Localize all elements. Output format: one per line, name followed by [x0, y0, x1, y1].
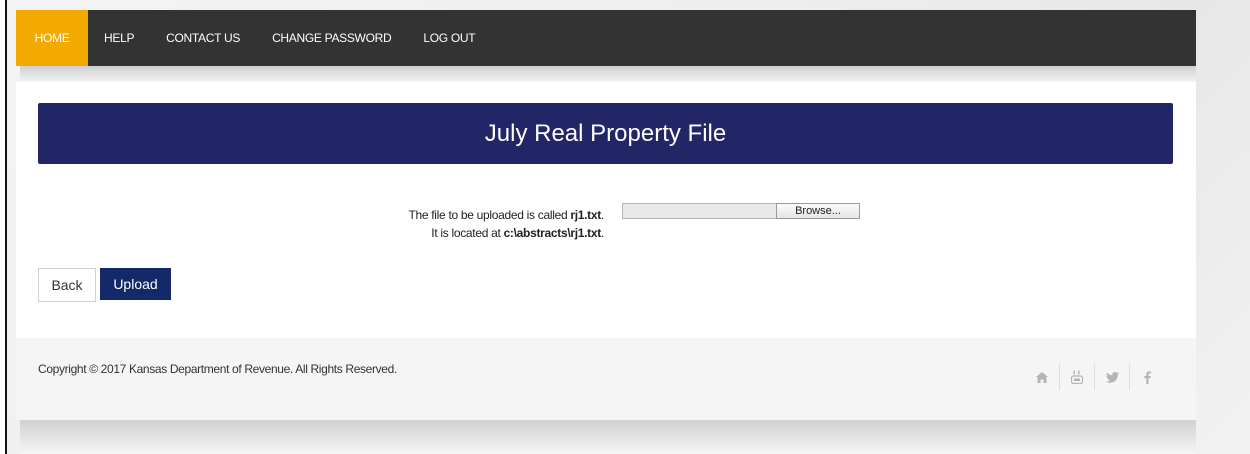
- file-name-prefix: The file to be uploaded is called: [408, 208, 571, 222]
- page-title: July Real Property File: [38, 103, 1173, 164]
- file-name-suffix: .: [600, 208, 604, 222]
- main-content: July Real Property File The file to be u…: [16, 82, 1196, 338]
- window-edge: [5, 0, 7, 454]
- youtube-icon[interactable]: [1060, 365, 1094, 389]
- file-picker: Browse...: [622, 203, 860, 219]
- facebook-icon[interactable]: [1130, 365, 1164, 389]
- nav-help[interactable]: HELP: [88, 10, 150, 66]
- file-location: c:\abstracts\rj1.txt: [503, 226, 602, 240]
- file-name: rj1.txt: [570, 208, 601, 222]
- social-links: [1025, 364, 1164, 390]
- file-location-line: It is located at c:\abstracts\rj1.txt.: [408, 224, 604, 242]
- upload-instructions: The file to be uploaded is called rj1.tx…: [408, 206, 604, 242]
- nav-log-out[interactable]: LOG OUT: [407, 10, 491, 66]
- file-location-suffix: .: [600, 226, 604, 240]
- footer-shadow: [20, 420, 1196, 454]
- nav-shadow: [20, 66, 1196, 82]
- nav-change-password[interactable]: CHANGE PASSWORD: [256, 10, 407, 66]
- upload-button[interactable]: Upload: [100, 268, 171, 300]
- file-path-field[interactable]: [622, 203, 776, 219]
- home-icon[interactable]: [1025, 365, 1059, 389]
- nav-home[interactable]: HOME: [16, 10, 88, 66]
- copyright-text: Copyright © 2017 Kansas Department of Re…: [38, 362, 397, 376]
- twitter-icon[interactable]: [1095, 365, 1129, 389]
- file-location-prefix: It is located at: [431, 226, 504, 240]
- footer: Copyright © 2017 Kansas Department of Re…: [16, 338, 1196, 420]
- top-nav: HOME HELP CONTACT US CHANGE PASSWORD LOG…: [16, 10, 1196, 66]
- file-name-line: The file to be uploaded is called rj1.tx…: [408, 206, 604, 224]
- nav-contact-us[interactable]: CONTACT US: [150, 10, 256, 66]
- browse-button[interactable]: Browse...: [776, 203, 860, 219]
- back-button[interactable]: Back: [38, 268, 96, 302]
